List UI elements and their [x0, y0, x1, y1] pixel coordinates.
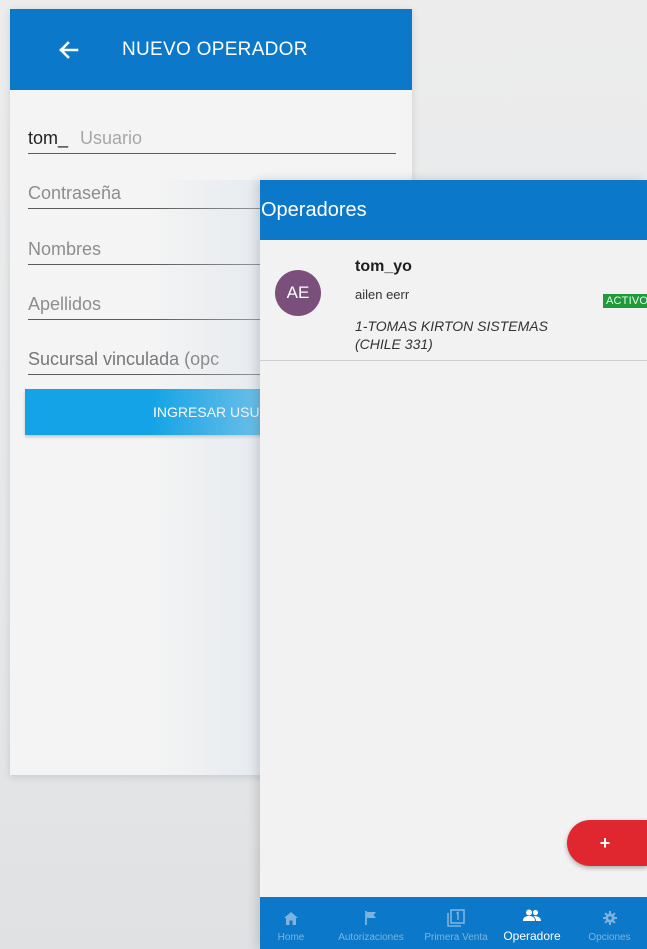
gear-icon — [602, 907, 617, 929]
operator-branch: 1-TOMAS KIRTON SISTEMAS (CHILE 331) — [355, 318, 548, 352]
back-arrow-icon[interactable] — [56, 37, 82, 63]
nav-item-authorizations[interactable]: Autorizaciones — [322, 897, 420, 949]
avatar: AE — [275, 270, 321, 316]
nav-item-operators[interactable]: Operadore — [492, 897, 572, 949]
nav-item-home[interactable]: Home — [260, 897, 322, 949]
first-sale-icon — [447, 907, 465, 929]
bottom-navigation: Home Autorizaciones Primera Venta Operad… — [260, 897, 647, 949]
nav-label-authorizations: Autorizaciones — [338, 932, 404, 943]
username-placeholder: Usuario — [80, 128, 143, 148]
nav-label-operators: Operadore — [503, 929, 561, 943]
people-icon — [522, 904, 542, 926]
add-operator-button[interactable]: + — [567, 820, 647, 866]
page-title: NUEVO OPERADOR — [122, 38, 308, 60]
username-field[interactable]: tom_ Usuario — [28, 124, 396, 154]
operators-screen: Operadores AE tom_yo ailen eerr 1-TOMAS … — [260, 180, 647, 949]
branch-placeholder: Sucursal vinculada (opc — [28, 349, 220, 369]
username-value[interactable]: tom_ — [28, 128, 68, 149]
nav-label-first-sale: Primera Venta — [424, 932, 488, 943]
operator-username: tom_yo — [355, 258, 412, 275]
nav-item-options[interactable]: Opciones — [572, 897, 647, 949]
status-badge: ACTIVO — [603, 294, 647, 308]
app-bar: NUEVO OPERADOR — [10, 9, 412, 90]
first-names-placeholder: Nombres — [28, 239, 102, 259]
last-names-placeholder: Apellidos — [28, 294, 102, 314]
home-icon — [284, 907, 298, 929]
nav-item-first-sale[interactable]: Primera Venta — [420, 897, 492, 949]
page-title: Operadores — [261, 198, 367, 221]
nav-label-options: Opciones — [588, 932, 631, 943]
password-placeholder: Contraseña — [28, 183, 122, 203]
flag-icon — [365, 907, 377, 929]
nav-label-home: Home — [277, 932, 305, 943]
operator-name: ailen eerr — [355, 287, 410, 302]
app-bar: Operadores — [260, 180, 647, 240]
